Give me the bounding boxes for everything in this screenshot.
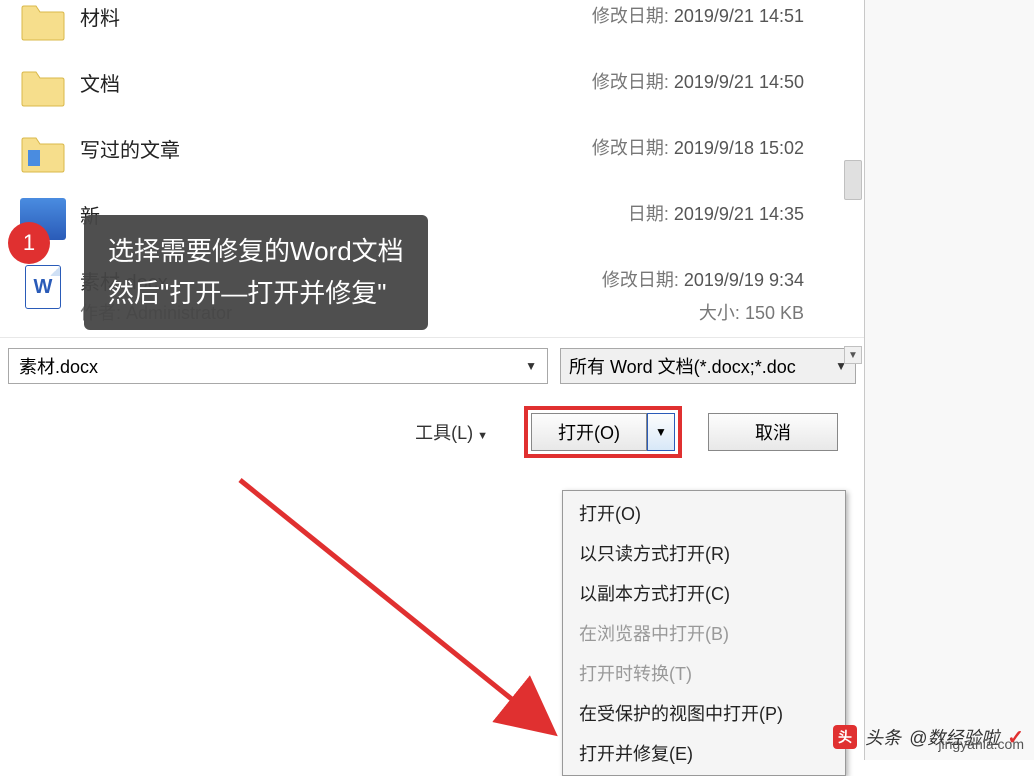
watermark: 头 头条 @数经验啦 ✓ jingyanla.com xyxy=(833,724,1024,750)
filter-label: 所有 Word 文档(*.docx;*.doc xyxy=(569,353,796,379)
menu-open-repair[interactable]: 打开并修复(E) xyxy=(565,733,843,773)
menu-open-browser: 在浏览器中打开(B) xyxy=(565,613,843,653)
open-button-highlight: 打开(O) ▼ xyxy=(524,406,682,458)
file-date: 修改日期: 2019/9/19 9:34 xyxy=(602,266,804,292)
folder-icon xyxy=(20,132,66,174)
file-dialog: 材料 修改日期: 2019/9/21 14:51 文档 修改日期: 2019/9… xyxy=(0,0,865,760)
menu-open-readonly[interactable]: 以只读方式打开(R) xyxy=(565,533,843,573)
open-button[interactable]: 打开(O) xyxy=(531,413,647,451)
open-dropdown-arrow[interactable]: ▼ xyxy=(647,413,675,451)
chevron-down-icon[interactable]: ▼ xyxy=(525,359,537,373)
menu-open-protected[interactable]: 在受保护的视图中打开(P) xyxy=(565,693,843,733)
file-row[interactable]: 材料 修改日期: 2019/9/21 14:51 xyxy=(0,0,864,60)
file-date: 日期: 2019/9/21 14:35 xyxy=(628,200,804,226)
file-date: 修改日期: 2019/9/18 15:02 xyxy=(592,134,804,160)
filename-value: 素材.docx xyxy=(19,353,98,379)
scroll-down-arrow[interactable]: ▼ xyxy=(844,346,862,364)
side-panel xyxy=(865,0,1034,760)
file-row[interactable]: 文档 修改日期: 2019/9/21 14:50 xyxy=(0,60,864,126)
watermark-logo: 头 xyxy=(833,725,857,749)
menu-open-convert: 打开时转换(T) xyxy=(565,653,843,693)
file-type-filter[interactable]: 所有 Word 文档(*.docx;*.doc ▼ xyxy=(560,348,856,384)
instruction-tooltip: 选择需要修复的Word文档 然后"打开—打开并修复" xyxy=(84,215,428,330)
file-date: 修改日期: 2019/9/21 14:50 xyxy=(592,68,804,94)
folder-icon xyxy=(20,0,66,42)
watermark-source: 头条 xyxy=(865,724,901,750)
file-size: 大小: 150 KB xyxy=(699,299,804,325)
watermark-site: jingyanla.com xyxy=(938,736,1024,752)
word-doc-icon: W xyxy=(20,264,66,310)
menu-open[interactable]: 打开(O) xyxy=(565,493,843,533)
file-name: 文档 xyxy=(80,68,120,97)
filename-bar: 素材.docx ▼ 所有 Word 文档(*.docx;*.doc ▼ xyxy=(0,337,864,394)
file-name: 写过的文章 xyxy=(80,134,180,163)
file-name: 材料 xyxy=(80,2,120,31)
open-dropdown-menu: 打开(O) 以只读方式打开(R) 以副本方式打开(C) 在浏览器中打开(B) 打… xyxy=(562,490,846,776)
file-row[interactable]: 写过的文章 修改日期: 2019/9/18 15:02 xyxy=(0,126,864,192)
cancel-button[interactable]: 取消 xyxy=(708,413,838,451)
tooltip-line2: 然后"打开—打开并修复" xyxy=(108,273,404,315)
tools-button[interactable]: 工具(L)▼ xyxy=(415,419,488,445)
folder-icon xyxy=(20,66,66,108)
menu-open-copy[interactable]: 以副本方式打开(C) xyxy=(565,573,843,613)
filename-input[interactable]: 素材.docx ▼ xyxy=(8,348,548,384)
file-date: 修改日期: 2019/9/21 14:51 xyxy=(592,2,804,28)
scrollbar-thumb[interactable] xyxy=(844,160,862,200)
step-badge: 1 xyxy=(8,222,50,264)
tooltip-line1: 选择需要修复的Word文档 xyxy=(108,231,404,273)
button-bar: 工具(L)▼ 打开(O) ▼ 取消 xyxy=(0,394,864,470)
